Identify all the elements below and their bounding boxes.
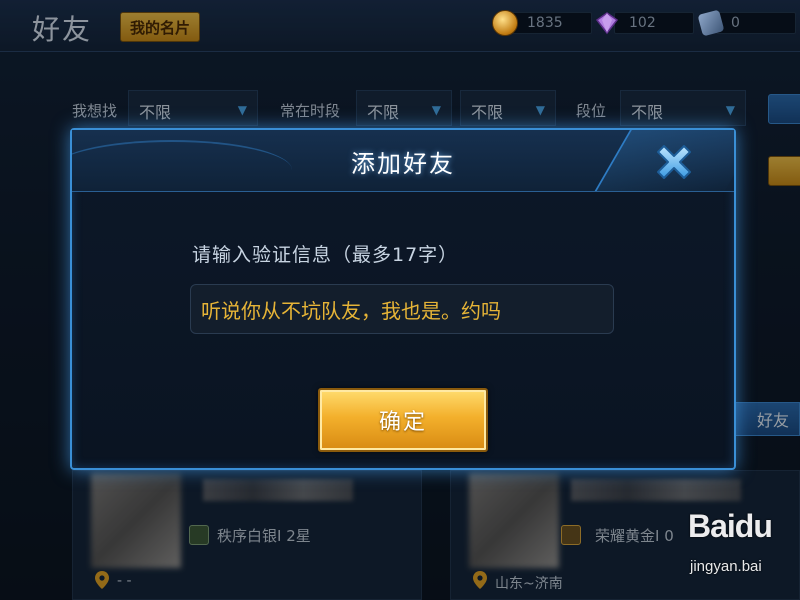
watermark-url: jingyan.bai	[690, 558, 762, 575]
close-icon	[657, 145, 691, 179]
dialog-header: 添加好友	[72, 130, 734, 192]
add-friend-dialog: 添加好友 请输入验证信息（最多17字） 确定	[70, 128, 736, 470]
verification-prompt: 请输入验证信息（最多17字）	[192, 244, 459, 266]
baidu-watermark: Baidu jingyan.bai	[688, 480, 800, 600]
verification-message-input[interactable]	[190, 284, 614, 334]
close-button[interactable]	[650, 138, 698, 186]
coin-icon	[492, 10, 518, 36]
gem-icon	[594, 10, 620, 36]
watermark-logo: Baidu	[688, 508, 773, 544]
confirm-button[interactable]: 确定	[318, 388, 488, 452]
dialog-title: 添加好友	[351, 150, 455, 178]
